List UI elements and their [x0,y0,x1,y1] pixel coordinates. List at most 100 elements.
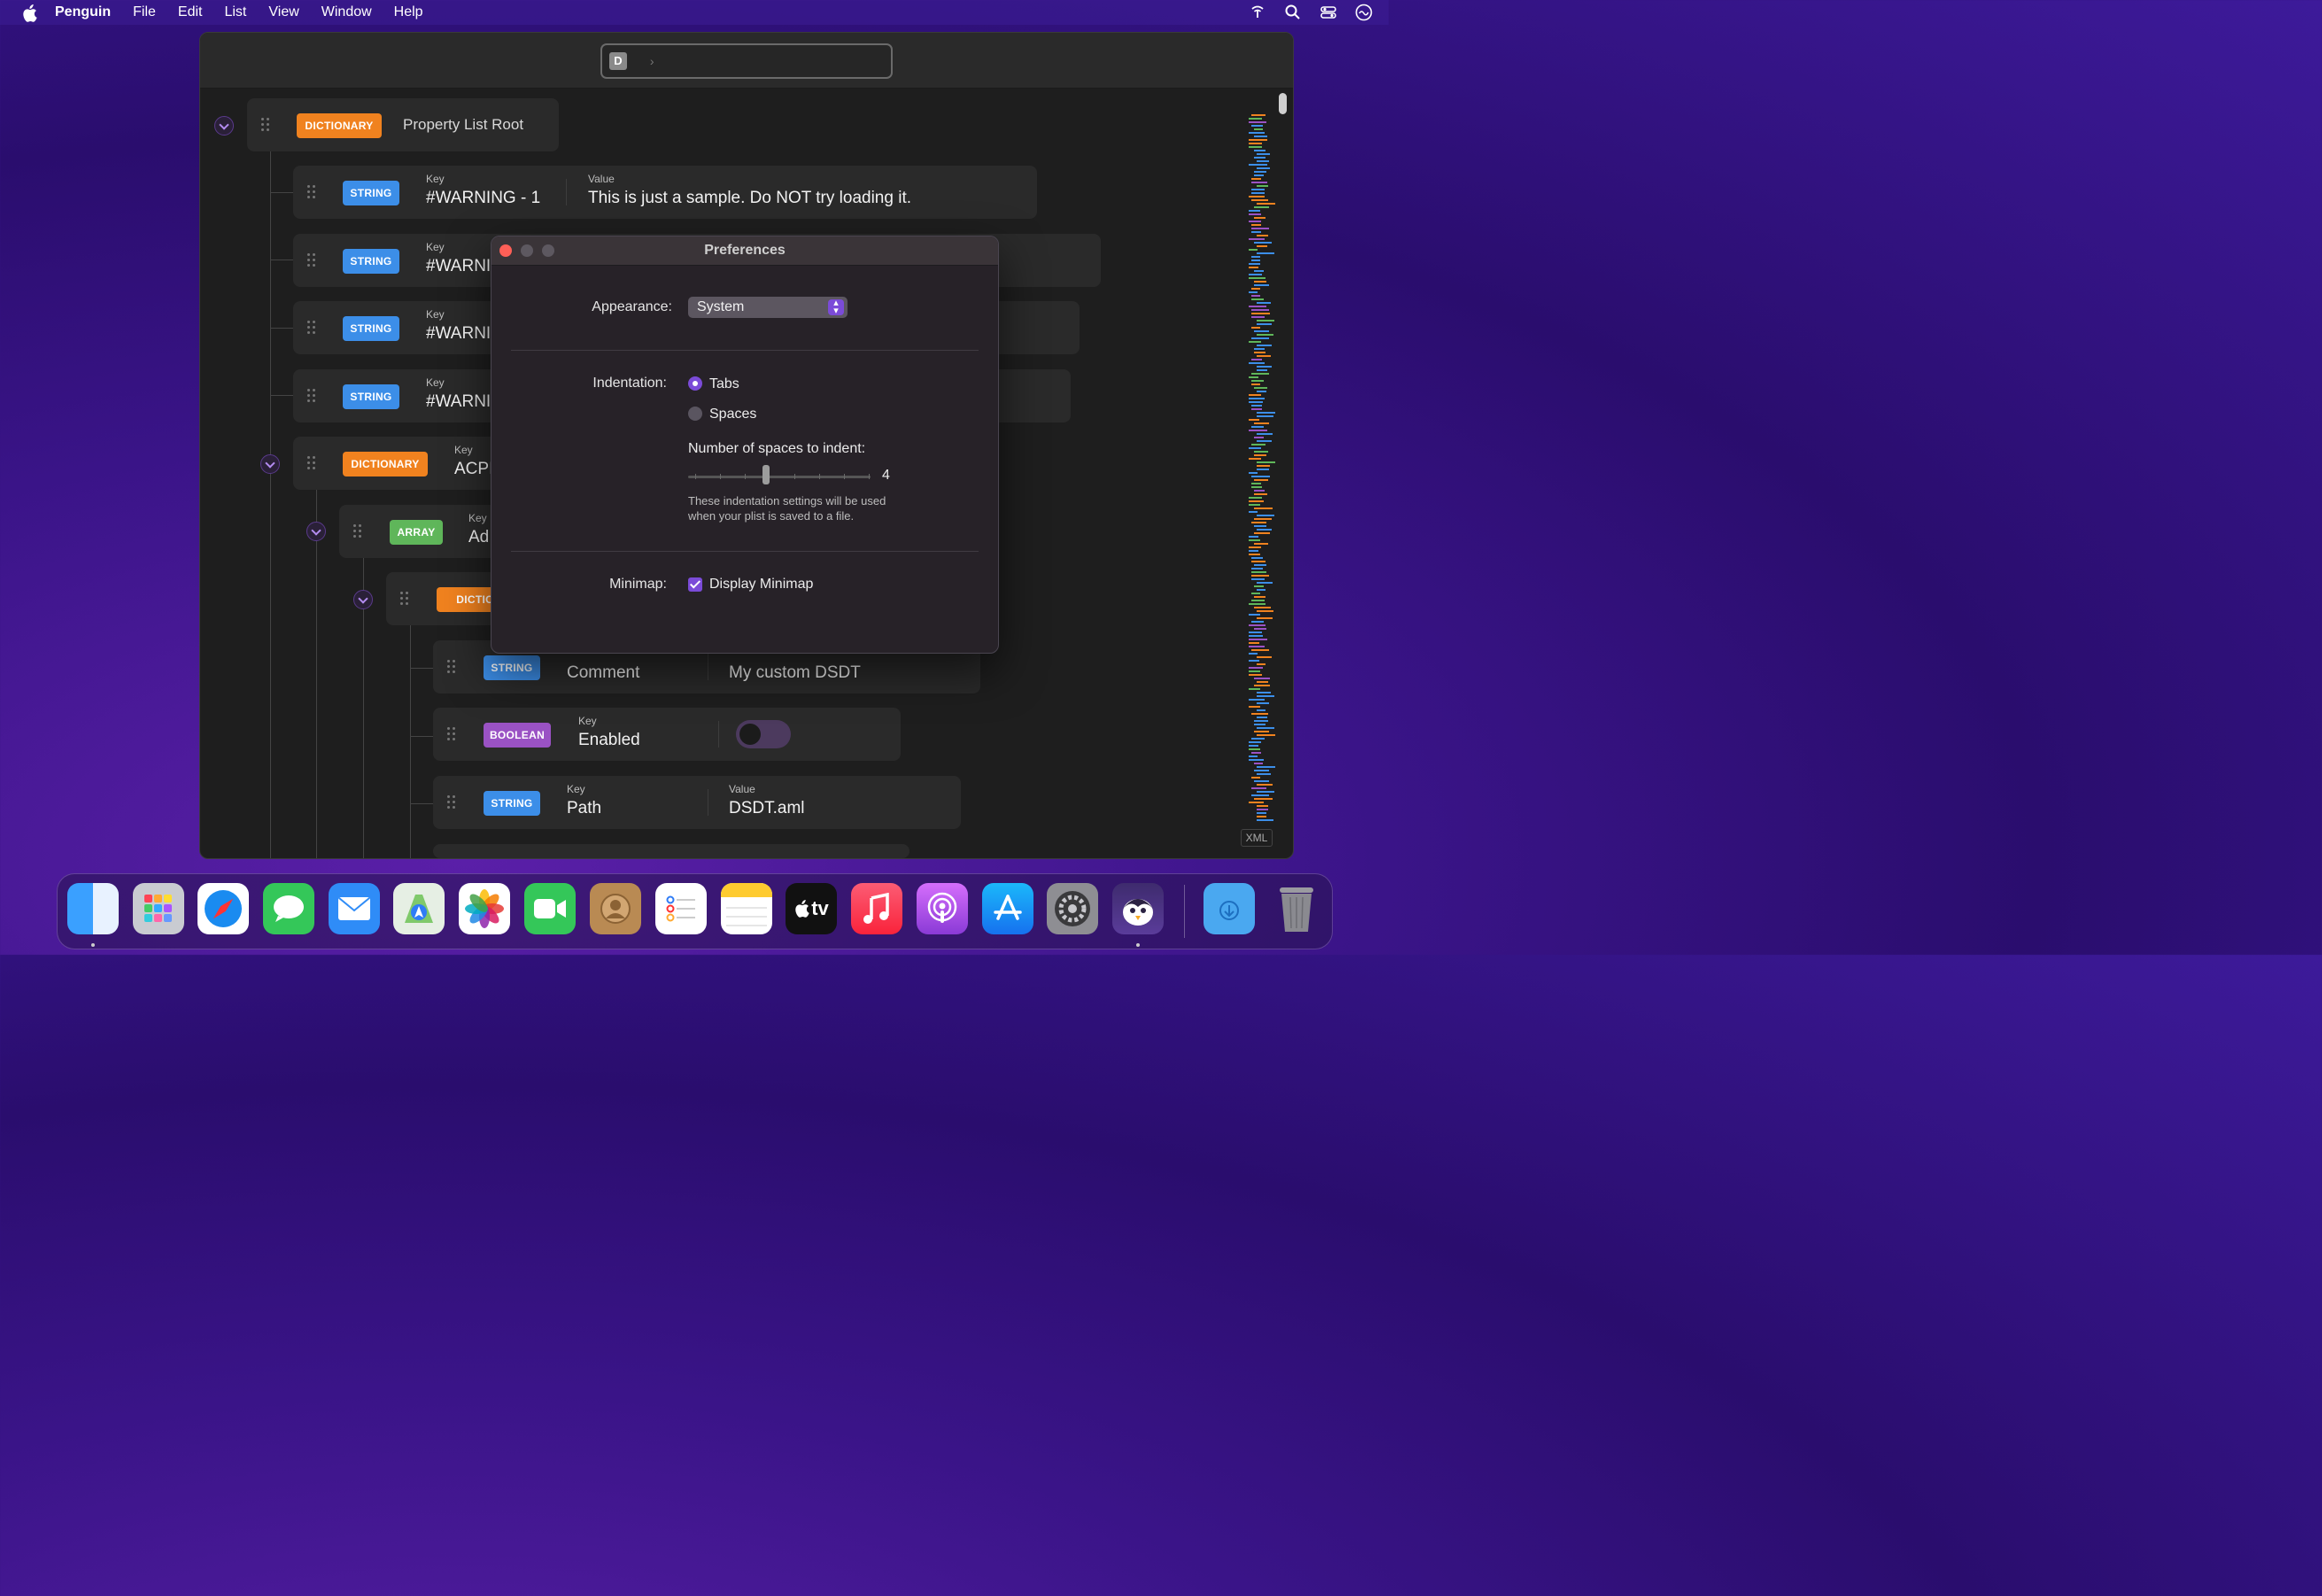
value-field[interactable]: DSDT.aml [729,799,805,818]
type-badge[interactable]: DICTIONARY [343,452,428,476]
key-value[interactable]: #WARNI [426,324,491,344]
drag-handle-icon[interactable] [261,118,270,134]
row-enabled[interactable]: BOOLEAN Key Enabled [433,708,901,761]
collapse-array-toggle[interactable] [306,522,326,541]
drag-handle-icon[interactable] [447,795,456,811]
minimap-line [1257,784,1273,786]
notes-icon[interactable] [721,883,772,934]
type-badge[interactable]: STRING [343,249,399,274]
collapse-root-toggle[interactable] [214,116,234,136]
drag-handle-icon[interactable] [447,727,456,743]
wifi-icon[interactable] [1249,4,1266,21]
siri-icon[interactable] [1355,4,1373,21]
minimap-line [1249,447,1261,449]
menu-edit[interactable]: Edit [178,4,203,20]
drag-handle-icon[interactable] [307,456,316,472]
control-center-icon[interactable] [1320,4,1337,21]
minimap[interactable] [1236,114,1275,823]
messages-icon[interactable] [263,883,314,934]
key-value[interactable]: Comment [567,663,639,683]
music-icon[interactable] [851,883,902,934]
row-warning-1[interactable]: STRING Key #WARNING - 1 Value This is ju… [293,166,1037,219]
menu-list[interactable]: List [224,4,246,20]
launchpad-icon[interactable] [133,883,184,934]
type-badge[interactable]: DICTIONARY [297,113,382,138]
menu-help[interactable]: Help [394,4,423,20]
key-value[interactable]: ACPI [454,460,493,479]
drag-handle-icon[interactable] [307,389,316,405]
display-minimap-label[interactable]: Display Minimap [709,577,813,593]
radio-tabs[interactable] [688,376,702,391]
podcasts-icon[interactable] [917,883,968,934]
maps-icon[interactable] [393,883,445,934]
spaces-slider-knob[interactable] [762,465,770,484]
type-badge[interactable]: STRING [343,316,399,341]
minimap-line [1257,366,1272,368]
tree-line [410,619,411,858]
type-badge[interactable]: STRING [343,384,399,409]
display-minimap-checkbox[interactable] [688,577,702,592]
menu-window[interactable]: Window [321,4,372,20]
value-field[interactable]: This is just a sample. Do NOT try loadin… [588,189,911,208]
enabled-toggle[interactable] [736,720,791,748]
path-segment[interactable] [636,54,639,68]
row-path[interactable]: STRING Key Path Value DSDT.aml [433,776,961,829]
downloads-folder-icon[interactable] [1204,883,1255,934]
drag-handle-icon[interactable] [400,592,409,608]
format-tag[interactable]: XML [1241,829,1273,847]
radio-spaces[interactable] [688,407,702,421]
penguin-icon[interactable] [1112,883,1164,934]
collapse-item-toggle[interactable] [353,590,373,609]
row-partial[interactable] [433,844,909,858]
minimap-line [1249,504,1260,506]
menu-file[interactable]: File [133,4,156,20]
divider [511,350,979,351]
collapse-acpi-toggle[interactable] [260,454,280,474]
drag-handle-icon[interactable] [307,321,316,337]
radio-tabs-label[interactable]: Tabs [709,376,739,392]
facetime-icon[interactable] [524,883,576,934]
minimap-line [1257,469,1269,470]
key-value[interactable]: #WARNI [426,392,491,412]
key-value[interactable]: #WARNING - 1 [426,189,540,208]
drag-handle-icon[interactable] [447,660,456,676]
type-badge[interactable]: STRING [484,791,540,816]
safari-icon[interactable] [197,883,249,934]
radio-spaces-label[interactable]: Spaces [709,407,756,422]
tv-icon[interactable]: tv [786,883,837,934]
appearance-select[interactable]: System ▴ ▾ [688,297,848,318]
finder-icon[interactable] [67,883,119,934]
minimap-line [1251,380,1264,382]
value-field[interactable]: My custom DSDT [729,663,861,683]
drag-handle-icon[interactable] [307,185,316,201]
minimap-line [1254,352,1265,353]
type-badge[interactable]: STRING [484,655,540,680]
trash-icon[interactable] [1271,883,1322,934]
key-value[interactable]: #WARNI [426,257,491,276]
key-label: Key [426,308,445,321]
type-badge[interactable]: STRING [343,181,399,205]
row-root[interactable]: DICTIONARY Property List Root [247,98,559,151]
minimap-line [1254,330,1269,332]
type-badge[interactable]: BOOLEAN [484,723,551,748]
key-value[interactable]: Enabled [578,731,640,750]
key-value[interactable]: Ad [468,528,489,547]
system-preferences-icon[interactable] [1047,883,1098,934]
path-bar[interactable]: D › [600,43,893,79]
reminders-icon[interactable] [655,883,707,934]
drag-handle-icon[interactable] [353,524,362,540]
minimap-line [1249,362,1265,364]
contacts-icon[interactable] [590,883,641,934]
spotlight-search-icon[interactable] [1284,4,1302,21]
scrollbar-thumb[interactable] [1279,93,1287,114]
app-store-icon[interactable] [982,883,1033,934]
menu-app-name[interactable]: Penguin [55,4,111,20]
key-value[interactable]: Path [567,799,601,818]
photos-icon[interactable] [459,883,510,934]
apple-icon[interactable] [21,4,37,22]
type-badge[interactable]: ARRAY [390,520,443,545]
drag-handle-icon[interactable] [307,253,316,269]
mail-icon[interactable] [329,883,380,934]
minimap-line [1249,497,1262,499]
menu-view[interactable]: View [268,4,298,20]
